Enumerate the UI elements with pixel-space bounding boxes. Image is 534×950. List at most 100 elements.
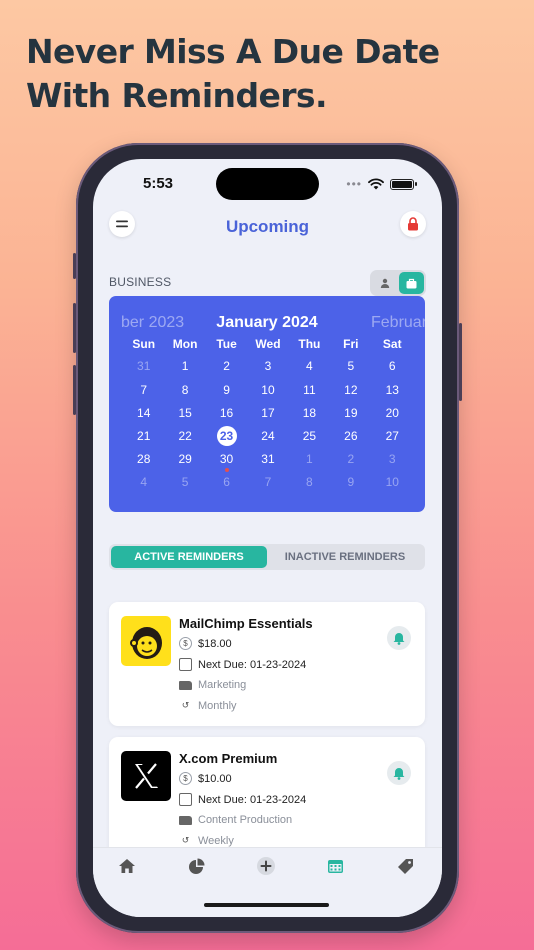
calendar-day[interactable]: 10 xyxy=(372,472,413,492)
calendar-icon xyxy=(327,860,343,873)
calendar-day[interactable]: 13 xyxy=(372,380,413,400)
calendar-week: 31 1 2 3 4 5 6 xyxy=(123,356,413,376)
calendar-day[interactable]: 2 xyxy=(330,449,371,469)
app-screen: 5:53 ••• Upcoming BUSINESS ber 2023 Janu… xyxy=(93,159,442,917)
personal-business-toggle[interactable] xyxy=(370,270,426,296)
weekday-label: Sun xyxy=(132,337,156,351)
reminder-name: MailChimp Essentials xyxy=(179,616,313,631)
reminder-category-row: Content Production xyxy=(179,814,292,826)
reminder-next-due: Next Due: 01-23-2024 xyxy=(198,793,307,806)
day-number: 30 xyxy=(219,452,234,466)
calendar-day[interactable]: 28 xyxy=(123,449,164,469)
calendar-day[interactable]: 5 xyxy=(164,472,205,492)
tab-stats[interactable] xyxy=(186,856,206,876)
briefcase-icon xyxy=(406,278,417,288)
calendar-day[interactable]: 27 xyxy=(372,426,413,446)
calendar-day-today[interactable]: 23 xyxy=(206,426,247,446)
reminder-card[interactable]: X.com Premium $ $10.00 Next Due: 01-23-2… xyxy=(109,737,425,861)
calendar-day[interactable]: 17 xyxy=(247,403,288,423)
calendar-day[interactable]: 10 xyxy=(247,380,288,400)
reminder-price-row: $ $10.00 xyxy=(179,772,232,785)
personal-option[interactable] xyxy=(372,272,397,294)
home-icon xyxy=(119,859,135,873)
calendar-week: 28 29 30 31 1 2 3 xyxy=(123,449,413,472)
signal-dots: ••• xyxy=(346,177,362,191)
today-label: 23 xyxy=(219,429,234,443)
calendar-day[interactable]: 16 xyxy=(206,403,247,423)
reminder-category: Marketing xyxy=(198,679,247,691)
calendar-day[interactable]: 19 xyxy=(330,403,371,423)
dynamic-island xyxy=(216,168,319,200)
tab-tags[interactable] xyxy=(395,856,415,876)
battery-icon xyxy=(390,178,417,190)
weekday-label: Mon xyxy=(172,337,198,351)
reminder-price-row: $ $18.00 xyxy=(179,637,232,650)
lock-button[interactable] xyxy=(400,211,426,237)
calendar-day[interactable]: 2 xyxy=(206,356,247,376)
calendar-day[interactable]: 4 xyxy=(123,472,164,492)
calendar-day[interactable]: 25 xyxy=(289,426,330,446)
status-time: 5:53 xyxy=(143,175,174,192)
calendar-day[interactable]: 31 xyxy=(247,449,288,469)
tab-inactive-reminders[interactable]: INACTIVE REMINDERS xyxy=(267,546,423,568)
calendar-week: 4 5 6 7 8 9 10 xyxy=(123,472,413,492)
calendar-day[interactable]: 22 xyxy=(164,426,205,446)
calendar-day[interactable]: 6 xyxy=(206,472,247,492)
tab-home[interactable] xyxy=(117,856,137,876)
bell-button[interactable] xyxy=(387,761,411,785)
calendar-day[interactable]: 3 xyxy=(372,449,413,469)
calendar-day[interactable]: 14 xyxy=(123,403,164,423)
calendar-day[interactable]: 31 xyxy=(123,356,164,376)
bottom-tab-bar xyxy=(93,847,442,917)
month-header: ber 2023 January 2024 Februar xyxy=(109,314,425,336)
next-month-label[interactable]: Februar xyxy=(371,314,425,332)
calendar-day-due[interactable]: 30 xyxy=(206,449,247,472)
calendar-day[interactable]: 11 xyxy=(289,380,330,400)
tag-icon xyxy=(397,858,413,874)
reminder-price: $10.00 xyxy=(198,772,232,785)
calendar-day[interactable]: 8 xyxy=(164,380,205,400)
repeat-icon: ↺ xyxy=(181,835,190,845)
reminder-card[interactable]: MailChimp Essentials $ $18.00 Next Due: … xyxy=(109,602,425,726)
calendar-day[interactable]: 29 xyxy=(164,449,205,469)
reminder-frequency: Weekly xyxy=(198,834,234,847)
calendar-day[interactable]: 7 xyxy=(247,472,288,492)
calendar-day[interactable]: 26 xyxy=(330,426,371,446)
calendar-day[interactable]: 15 xyxy=(164,403,205,423)
dollar-icon: $ xyxy=(179,772,192,785)
calendar-day[interactable]: 3 xyxy=(247,356,288,376)
calendar-day[interactable]: 20 xyxy=(372,403,413,423)
calendar-week: 21 22 23 24 25 26 27 xyxy=(123,426,413,446)
bell-button[interactable] xyxy=(387,626,411,650)
calendar-day[interactable]: 21 xyxy=(123,426,164,446)
calendar-day[interactable]: 8 xyxy=(289,472,330,492)
calendar-day[interactable]: 7 xyxy=(123,380,164,400)
calendar-day[interactable]: 1 xyxy=(164,356,205,376)
pie-chart-icon xyxy=(188,858,204,874)
calendar-day[interactable]: 6 xyxy=(372,356,413,376)
calendar-icon xyxy=(179,658,192,671)
business-option[interactable] xyxy=(399,272,424,294)
calendar-icon xyxy=(179,793,192,806)
add-icon xyxy=(257,857,275,875)
calendar-day[interactable]: 4 xyxy=(289,356,330,376)
tab-add[interactable] xyxy=(256,856,276,876)
calendar-day[interactable]: 24 xyxy=(247,426,288,446)
calendar-day[interactable]: 12 xyxy=(330,380,371,400)
calendar-day[interactable]: 5 xyxy=(330,356,371,376)
reminder-next-due: Next Due: 01-23-2024 xyxy=(198,658,307,671)
dollar-icon: $ xyxy=(179,637,192,650)
calendar-week: 7 8 9 10 11 12 13 xyxy=(123,380,413,400)
weekday-label: Sat xyxy=(382,337,402,351)
nav-bar: Upcoming xyxy=(93,209,442,249)
calendar-day[interactable]: 9 xyxy=(330,472,371,492)
tab-calendar[interactable] xyxy=(325,856,345,876)
calendar-day[interactable]: 18 xyxy=(289,403,330,423)
reminder-name: X.com Premium xyxy=(179,751,278,766)
bell-icon xyxy=(393,632,405,645)
calendar-day[interactable]: 1 xyxy=(289,449,330,469)
tab-active-reminders[interactable]: ACTIVE REMINDERS xyxy=(111,546,267,568)
calendar-day[interactable]: 9 xyxy=(206,380,247,400)
reminder-frequency-row: ↺ Monthly xyxy=(179,699,237,712)
power-button xyxy=(459,323,462,401)
